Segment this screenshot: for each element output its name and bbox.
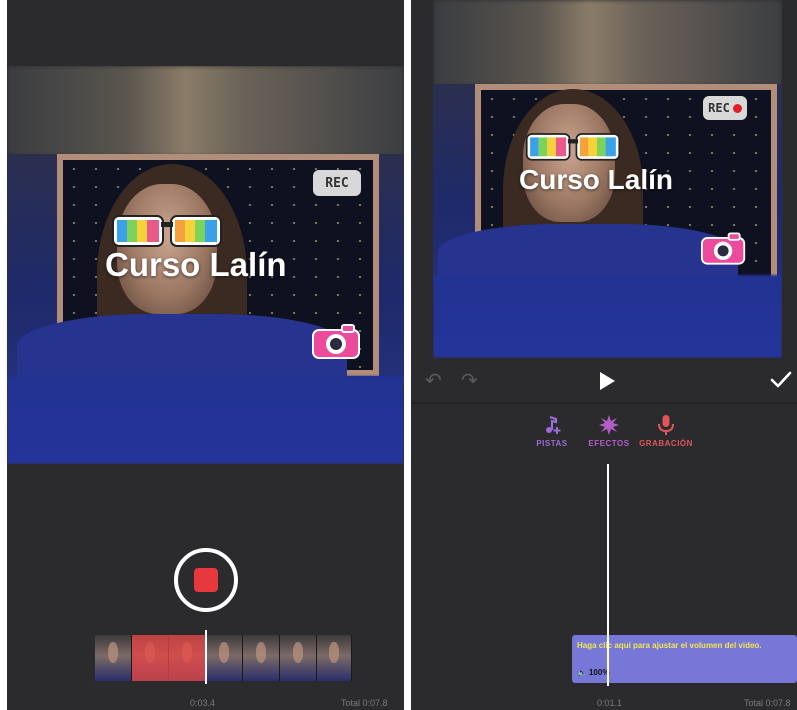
tab-efectos[interactable]: EFECTOS bbox=[583, 414, 635, 448]
rec-sticker[interactable]: REC bbox=[313, 170, 361, 196]
rec-sticker-text: REC bbox=[325, 175, 349, 191]
rec-dot-icon bbox=[732, 103, 742, 113]
total-time: Total 0:07.8 bbox=[341, 698, 388, 708]
total-time: Total 0:07.8 bbox=[744, 698, 791, 708]
play-button-icon[interactable] bbox=[598, 371, 616, 391]
title-sticker[interactable]: Curso Lalín bbox=[105, 246, 287, 284]
rec-sticker[interactable]: REC bbox=[703, 96, 747, 120]
filmstrip-thumb bbox=[95, 635, 132, 681]
microphone-icon bbox=[658, 415, 674, 435]
camera-sticker-icon[interactable] bbox=[701, 232, 747, 266]
tab-pistas[interactable]: PISTAS bbox=[529, 414, 575, 448]
filmstrip-thumb bbox=[243, 635, 280, 681]
title-sticker[interactable]: Curso Lalín bbox=[519, 164, 673, 196]
video-volume-track[interactable]: Haga clic aquí para ajustar el volumen d… bbox=[572, 635, 797, 683]
confirm-check-icon[interactable] bbox=[770, 371, 792, 389]
video-preview: Curso Lalín REC bbox=[433, 0, 782, 358]
recorded-segment bbox=[132, 635, 206, 681]
tab-efectos-label: EFECTOS bbox=[588, 439, 630, 448]
stop-record-button[interactable] bbox=[174, 548, 238, 612]
stop-square-icon bbox=[194, 568, 218, 592]
tab-pistas-label: PISTAS bbox=[536, 439, 568, 448]
toolbar-divider bbox=[411, 402, 797, 404]
volume-level: 🔈 100% bbox=[577, 668, 609, 677]
tab-grabacion-label: GRABACIÓN bbox=[639, 439, 693, 448]
tab-grabacion[interactable]: GRABACIÓN bbox=[637, 414, 695, 448]
sunglasses-sticker-icon[interactable] bbox=[525, 128, 621, 164]
editor-screen: Curso Lalín REC ↶ ↷ PISTAS EFECTOS GRABA… bbox=[411, 0, 797, 710]
undo-icon[interactable]: ↶ bbox=[425, 368, 442, 393]
recording-screen: Curso Lalín REC 0:03.4 Total 0:07.8 bbox=[7, 0, 404, 710]
sunglasses-sticker-icon[interactable] bbox=[111, 210, 223, 250]
rec-sticker-text: REC bbox=[708, 101, 730, 115]
volume-hint: Haga clic aquí para ajustar el volumen d… bbox=[577, 641, 762, 650]
music-note-add-icon bbox=[546, 415, 561, 434]
filmstrip-thumb bbox=[317, 635, 352, 681]
playhead[interactable] bbox=[205, 630, 207, 684]
playhead[interactable] bbox=[607, 464, 609, 686]
speaker-icon: 🔈 bbox=[577, 668, 587, 677]
current-time: 0:01.1 bbox=[597, 698, 623, 708]
redo-icon[interactable]: ↷ bbox=[461, 368, 478, 393]
filmstrip-thumb bbox=[280, 635, 317, 681]
burst-icon bbox=[599, 415, 619, 435]
current-time: 0:03.4 bbox=[190, 698, 216, 708]
camera-sticker-icon[interactable] bbox=[312, 324, 362, 360]
video-preview: Curso Lalín REC bbox=[7, 66, 404, 464]
filmstrip-thumb bbox=[206, 635, 243, 681]
